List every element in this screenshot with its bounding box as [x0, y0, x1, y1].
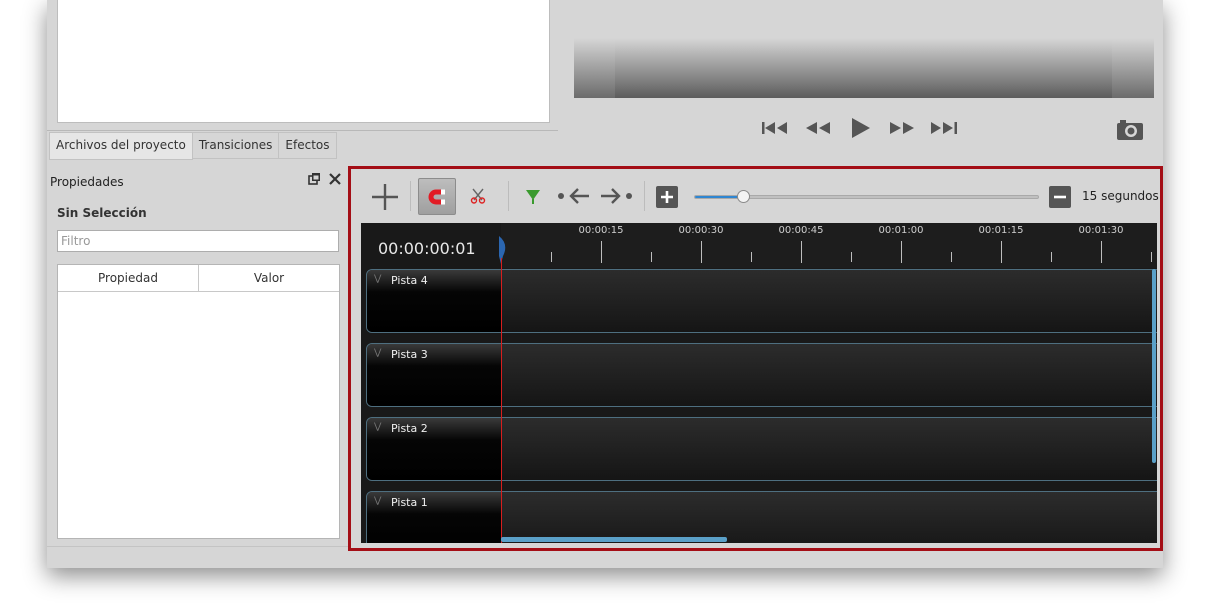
timeline-panel: 15 segundos 00:00:00:01 00:00:15 00:00:30… — [348, 166, 1163, 551]
jump-start-icon[interactable] — [760, 116, 792, 140]
horizontal-scrollbar[interactable] — [501, 537, 727, 542]
track-name: Pista 3 — [391, 348, 428, 361]
properties-table-header: Propiedad Valor — [58, 265, 339, 292]
add-marker-icon[interactable] — [521, 184, 545, 208]
properties-controls — [308, 171, 342, 191]
track-4[interactable]: ⋁ Pista 4 — [366, 269, 1157, 333]
collapse-chevron-icon[interactable]: ⋁ — [374, 422, 381, 432]
ruler-minor-tick — [551, 252, 552, 262]
left-tabs: Archivos del proyecto Transiciones Efect… — [49, 132, 337, 160]
fast-forward-icon[interactable] — [886, 116, 918, 140]
rewind-icon[interactable] — [802, 116, 834, 140]
ruler-minor-tick — [851, 252, 852, 262]
previous-marker-icon[interactable] — [556, 183, 592, 209]
track-name: Pista 2 — [391, 422, 428, 435]
timeline-toolbar: 15 segundos — [351, 169, 1160, 221]
zoom-in-icon[interactable] — [656, 186, 678, 208]
ruler-minor-tick — [1051, 252, 1052, 262]
zoom-slider-handle[interactable] — [737, 190, 751, 203]
timecode-display: 00:00:00:01 — [378, 239, 476, 258]
ruler-major-tick — [1001, 241, 1002, 263]
ruler-major-tick — [1101, 241, 1102, 263]
tab-transitions[interactable]: Transiciones — [192, 132, 280, 159]
camera-icon[interactable] — [1116, 117, 1144, 141]
properties-title: Propiedades — [50, 175, 124, 189]
time-ruler[interactable]: 00:00:15 00:00:30 00:00:45 00:01:00 00:01:15… — [501, 223, 1157, 268]
tab-project-files[interactable]: Archivos del proyecto — [49, 132, 193, 160]
toolbar-separator — [410, 181, 411, 211]
ruler-minor-tick — [651, 252, 652, 262]
ruler-minor-tick — [1151, 252, 1152, 262]
video-preview-frame — [615, 38, 1112, 98]
toolbar-separator — [508, 181, 509, 211]
track-2[interactable]: ⋁ Pista 2 — [366, 417, 1157, 481]
ruler-time-label: 00:00:45 — [778, 225, 824, 236]
project-files-panel[interactable] — [57, 0, 550, 123]
playback-controls — [760, 116, 960, 140]
ruler-time-label: 00:01:30 — [1078, 225, 1124, 236]
ruler-major-tick — [901, 241, 902, 263]
timeline-canvas[interactable]: 00:00:00:01 00:00:15 00:00:30 00:00:45 00:0… — [361, 223, 1157, 543]
video-preview — [574, 38, 1154, 98]
track-header[interactable]: ⋁ Pista 2 — [367, 418, 501, 480]
ruler-major-tick — [601, 241, 602, 263]
play-icon[interactable] — [844, 116, 876, 140]
zoom-duration-label: 15 segundos — [1082, 189, 1159, 203]
toolbar-separator — [644, 181, 645, 211]
tabs-divider — [47, 130, 558, 131]
collapse-chevron-icon[interactable]: ⋁ — [374, 496, 381, 506]
playhead-marker-icon[interactable] — [497, 236, 509, 264]
next-marker-icon[interactable] — [598, 183, 634, 209]
track-name: Pista 4 — [391, 274, 428, 287]
zoom-out-icon[interactable] — [1049, 186, 1071, 208]
zoom-slider-fill — [695, 196, 744, 198]
add-track-icon[interactable] — [369, 181, 401, 213]
track-header[interactable]: ⋁ Pista 3 — [367, 344, 501, 406]
collapse-chevron-icon[interactable]: ⋁ — [374, 348, 381, 358]
track-header[interactable]: ⋁ Pista 4 — [367, 270, 501, 332]
track-name: Pista 1 — [391, 496, 428, 509]
tab-effects[interactable]: Efectos — [279, 132, 337, 159]
ruler-time-label: 00:00:30 — [678, 225, 724, 236]
column-property[interactable]: Propiedad — [58, 265, 199, 291]
filter-input[interactable] — [57, 230, 339, 252]
snap-magnet-icon[interactable] — [418, 178, 456, 215]
zoom-slider[interactable] — [694, 190, 1039, 203]
float-icon[interactable] — [308, 171, 322, 191]
track-header[interactable]: ⋁ Pista 1 — [367, 492, 501, 543]
ruler-minor-tick — [951, 252, 952, 262]
column-value[interactable]: Valor — [199, 265, 339, 291]
close-icon[interactable] — [328, 171, 342, 191]
selection-label: Sin Selección — [57, 206, 147, 220]
razor-icon[interactable] — [466, 184, 490, 208]
properties-table[interactable]: Propiedad Valor — [57, 264, 340, 539]
ruler-time-label: 00:01:15 — [978, 225, 1024, 236]
collapse-chevron-icon[interactable]: ⋁ — [374, 274, 381, 284]
ruler-time-label: 00:01:00 — [878, 225, 924, 236]
vertical-scrollbar[interactable] — [1152, 269, 1156, 463]
track-1[interactable]: ⋁ Pista 1 — [366, 491, 1157, 543]
ruler-minor-tick — [751, 252, 752, 262]
main-window: Archivos del proyecto Transiciones Efect… — [47, 0, 1163, 568]
playhead-line[interactable] — [501, 258, 502, 543]
jump-end-icon[interactable] — [928, 116, 960, 140]
ruler-time-label: 00:00:15 — [578, 225, 624, 236]
ruler-major-tick — [801, 241, 802, 263]
track-3[interactable]: ⋁ Pista 3 — [366, 343, 1157, 407]
ruler-major-tick — [701, 241, 702, 263]
